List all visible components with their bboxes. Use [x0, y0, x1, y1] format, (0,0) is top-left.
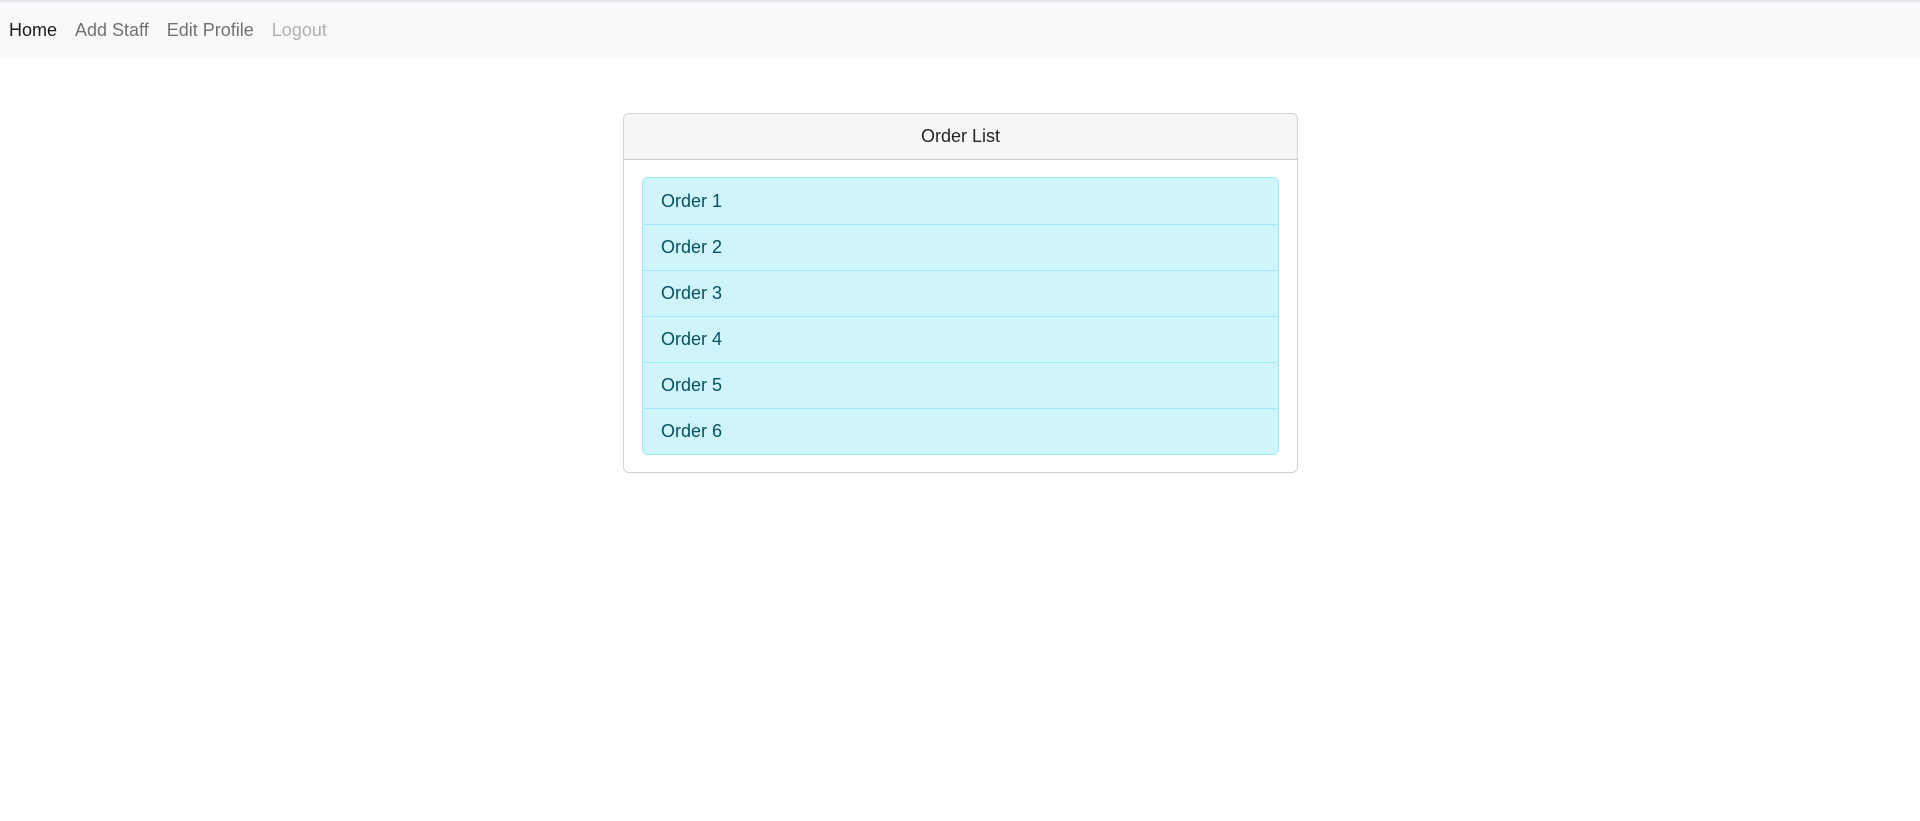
order-list-item[interactable]: Order 5	[643, 362, 1278, 408]
order-list-item[interactable]: Order 4	[643, 316, 1278, 362]
order-list: Order 1 Order 2 Order 3 Order 4 Order 5 …	[642, 177, 1279, 455]
card-header: Order List	[624, 114, 1297, 160]
nav-edit-profile-link[interactable]: Edit Profile	[167, 21, 254, 39]
card-body: Order 1 Order 2 Order 3 Order 4 Order 5 …	[624, 160, 1297, 472]
nav-add-staff-link[interactable]: Add Staff	[75, 21, 149, 39]
navbar: Home Add Staff Edit Profile Logout	[0, 2, 1920, 58]
nav-home-link[interactable]: Home	[9, 21, 57, 39]
order-list-item[interactable]: Order 6	[643, 408, 1278, 454]
order-list-item[interactable]: Order 3	[643, 270, 1278, 316]
nav-logout-link: Logout	[271, 20, 327, 40]
order-list-item[interactable]: Order 1	[643, 178, 1278, 224]
order-list-card: Order List Order 1 Order 2 Order 3 Order…	[623, 113, 1298, 473]
order-list-item[interactable]: Order 2	[643, 224, 1278, 270]
